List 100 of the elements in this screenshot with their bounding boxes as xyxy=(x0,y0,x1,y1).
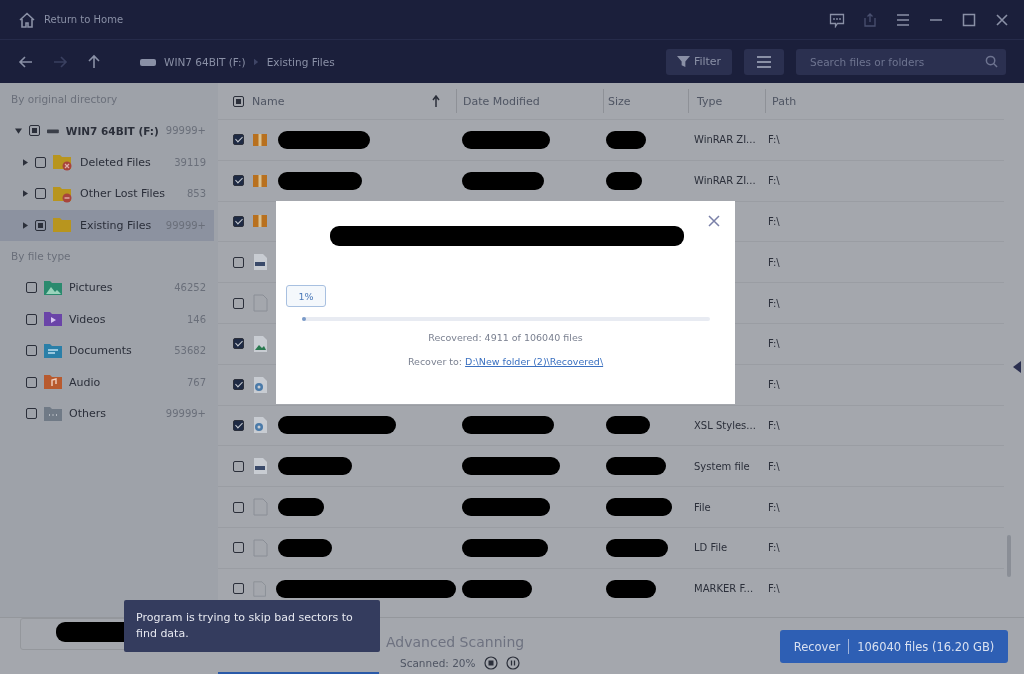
checkbox[interactable] xyxy=(233,379,244,391)
tooltip: Program is trying to skip bad sectors to find data. xyxy=(124,600,380,652)
table-cell: F:\ xyxy=(768,419,780,431)
picture-folder-icon xyxy=(44,279,62,296)
checkbox[interactable] xyxy=(35,156,46,168)
checkbox[interactable] xyxy=(35,188,46,200)
checkbox[interactable] xyxy=(233,216,244,227)
checkbox[interactable] xyxy=(26,313,37,325)
checkbox[interactable] xyxy=(26,282,37,294)
checkbox[interactable] xyxy=(233,256,244,268)
blank-file-icon xyxy=(252,498,268,517)
folder-icon xyxy=(53,153,73,172)
redaction-mark xyxy=(606,579,656,598)
close-icon[interactable] xyxy=(994,11,1010,28)
filter-button[interactable]: Filter xyxy=(666,48,732,75)
table-cell: WinRAR ZI... xyxy=(694,134,756,146)
drive-icon xyxy=(140,56,156,67)
percent-bubble: 1% xyxy=(286,285,327,307)
table-cell: F:\ xyxy=(768,460,780,472)
maximize-icon[interactable] xyxy=(961,11,977,28)
expand-arrow-icon[interactable] xyxy=(23,221,28,229)
scan-progress-text: Scanned: 20% xyxy=(400,656,476,669)
table-cell: F:\ xyxy=(768,379,780,391)
checkbox[interactable] xyxy=(233,460,244,472)
checkbox[interactable] xyxy=(26,376,37,388)
table-cell: F:\ xyxy=(768,134,780,146)
checkbox[interactable] xyxy=(233,175,244,187)
column-header[interactable]: Type xyxy=(688,89,765,113)
chevron-icon xyxy=(253,57,259,66)
tree-label: Other Lost Files xyxy=(80,187,167,201)
system-file-icon xyxy=(252,253,268,272)
filter-icon xyxy=(676,55,690,68)
pause-icon[interactable] xyxy=(505,655,520,670)
redaction-mark xyxy=(606,171,642,190)
redaction-mark xyxy=(462,579,532,598)
up-arrow-icon[interactable] xyxy=(86,53,102,70)
blank-file-icon xyxy=(252,538,268,557)
table-cell: F:\ xyxy=(768,256,780,268)
table-cell: F:\ xyxy=(768,297,780,309)
file-type-label: Documents xyxy=(69,344,133,358)
stop-icon[interactable] xyxy=(483,655,498,670)
breadcrumb-item[interactable]: Existing Files xyxy=(266,55,335,68)
checkbox[interactable] xyxy=(233,419,244,431)
blank-file-icon xyxy=(252,294,268,313)
column-header[interactable]: Path xyxy=(765,89,1024,113)
redaction-mark xyxy=(606,130,646,149)
expand-arrow-icon[interactable] xyxy=(15,127,22,134)
feedback-icon[interactable] xyxy=(829,11,845,28)
search-icon[interactable] xyxy=(985,55,998,68)
column-header[interactable]: Size xyxy=(603,89,688,113)
column-header[interactable]: Name xyxy=(252,94,432,108)
table-cell: F:\ xyxy=(768,583,780,595)
music-folder-icon xyxy=(44,374,62,391)
sort-arrow-icon[interactable] xyxy=(432,95,440,107)
redaction-mark xyxy=(278,498,324,517)
file-type-label: Videos xyxy=(69,312,107,326)
folder-icon xyxy=(44,405,62,422)
expand-arrow-icon[interactable] xyxy=(23,158,28,166)
table-cell: F:\ xyxy=(768,216,780,227)
recover-path-link[interactable]: D:\New folder (2)\Recovered\ xyxy=(465,356,604,367)
checkbox[interactable] xyxy=(233,542,244,554)
back-arrow-icon[interactable] xyxy=(18,53,34,70)
table-cell: F:\ xyxy=(768,175,780,187)
column-header[interactable]: Date Modified xyxy=(456,89,603,113)
select-all-checkbox[interactable] xyxy=(233,95,244,107)
table-cell: MARKER F... xyxy=(694,583,754,595)
collapse-arrow-icon[interactable] xyxy=(1013,361,1021,373)
table-cell: WinRAR ZI... xyxy=(694,175,756,187)
breadcrumb-item[interactable]: WIN7 64BIT (F:) xyxy=(164,55,246,68)
view-menu-button[interactable] xyxy=(744,48,784,75)
search-input[interactable]: Search files or folders xyxy=(808,47,985,76)
checkbox[interactable] xyxy=(233,297,244,309)
folder-icon xyxy=(53,184,73,203)
checkbox[interactable] xyxy=(233,583,244,595)
table-cell: LD File xyxy=(694,542,728,554)
blank-file-icon xyxy=(252,579,267,598)
home-icon xyxy=(18,10,36,29)
menu-icon[interactable] xyxy=(895,11,911,28)
checkbox[interactable] xyxy=(233,134,244,146)
video-folder-icon xyxy=(44,311,62,328)
checkbox[interactable] xyxy=(26,345,37,357)
recover-to-label: Recover to: xyxy=(407,356,463,367)
expand-arrow-icon[interactable] xyxy=(23,190,28,198)
table-cell: System file xyxy=(694,460,750,472)
checkbox[interactable] xyxy=(29,125,40,137)
table-cell: F:\ xyxy=(768,542,780,554)
recover-button[interactable]: Recover 106040 files (16.20 GB) xyxy=(780,630,1008,663)
close-icon[interactable] xyxy=(708,215,720,227)
gear-file-icon xyxy=(252,416,268,435)
gear-file-icon xyxy=(252,375,268,394)
search-field[interactable]: Search files or folders xyxy=(796,48,1006,75)
checkbox[interactable] xyxy=(26,408,37,420)
checkbox[interactable] xyxy=(233,338,244,350)
table-cell: XSL Styles... xyxy=(694,419,756,431)
file-type-label: Audio xyxy=(69,375,102,389)
system-file-icon xyxy=(252,457,268,476)
return-home-button[interactable]: Return to Home xyxy=(18,10,124,29)
checkbox[interactable] xyxy=(35,219,46,231)
list-icon xyxy=(756,54,772,69)
checkbox[interactable] xyxy=(233,501,244,513)
